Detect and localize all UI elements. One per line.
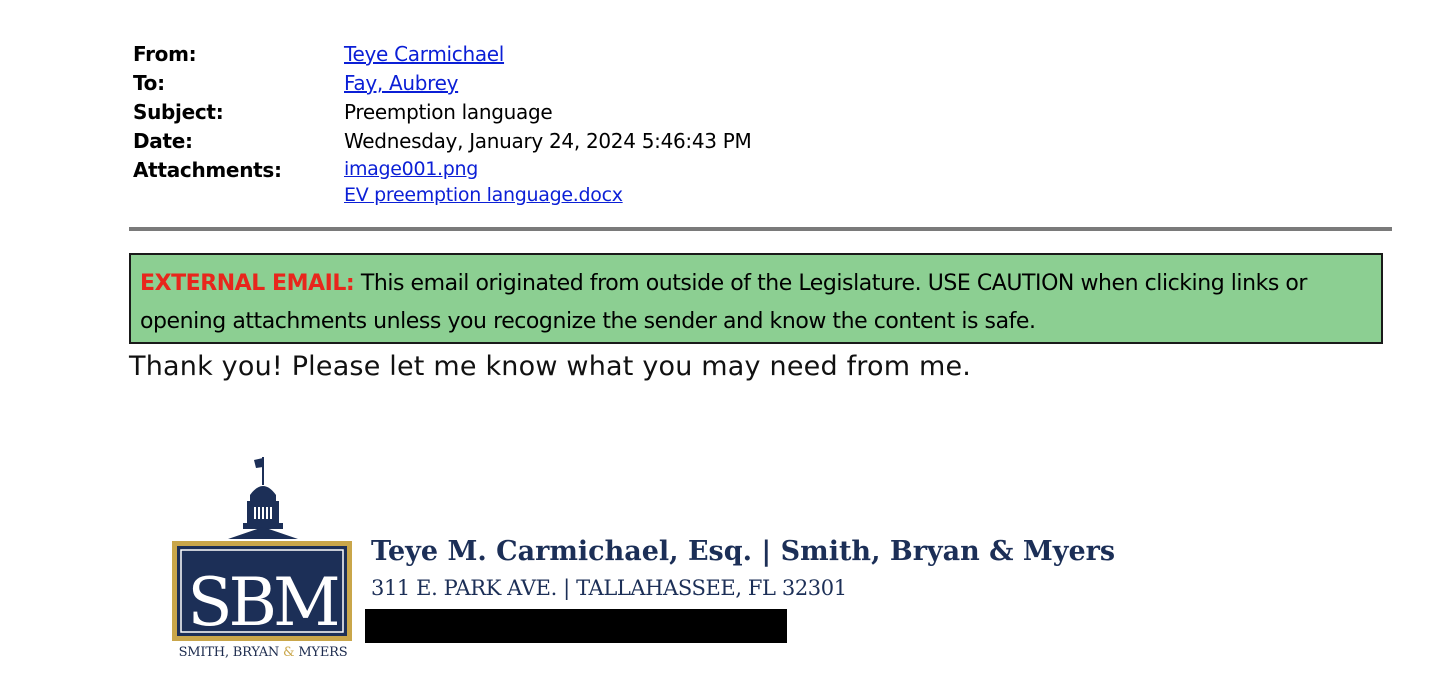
capitol-building-icon: SBM bbox=[172, 457, 352, 641]
subject-label: Subject: bbox=[133, 100, 224, 124]
to-row: To: Fay, Aubrey bbox=[133, 69, 751, 98]
from-label: From: bbox=[133, 42, 197, 66]
signature-name: Teye M. Carmichael, Esq. | Smith, Bryan … bbox=[371, 536, 1116, 567]
attachment-link-image[interactable]: image001.png bbox=[344, 156, 623, 182]
header-divider bbox=[129, 227, 1392, 231]
attachments-label: Attachments: bbox=[133, 158, 282, 182]
signature-address: 311 E. PARK AVE. | TALLAHASSEE, FL 32301 bbox=[371, 576, 847, 600]
subject-row: Subject: Preemption language bbox=[133, 98, 751, 127]
logo-caption: SMITH, BRYAN & MYERS bbox=[178, 645, 348, 660]
to-link[interactable]: Fay, Aubrey bbox=[344, 69, 458, 98]
from-row: From: Teye Carmichael bbox=[133, 40, 751, 69]
firm-logo: SBM SMITH, BRYAN & MYERS bbox=[170, 455, 356, 665]
date-label: Date: bbox=[133, 129, 193, 153]
attachment-link-docx[interactable]: EV preemption language.docx bbox=[344, 182, 623, 208]
email-header: From: Teye Carmichael To: Fay, Aubrey Su… bbox=[133, 40, 752, 208]
attachments-row: Attachments: image001.png EV preemption … bbox=[133, 156, 751, 208]
logo-letters: SBM bbox=[187, 564, 338, 641]
to-label: To: bbox=[133, 71, 165, 95]
from-link[interactable]: Teye Carmichael bbox=[344, 40, 504, 69]
redaction-bar bbox=[365, 609, 787, 643]
date-row: Date: Wednesday, January 24, 2024 5:46:4… bbox=[133, 127, 752, 156]
external-email-banner: EXTERNAL EMAIL: This email originated fr… bbox=[129, 253, 1383, 344]
external-email-tag: EXTERNAL EMAIL: bbox=[140, 271, 355, 296]
email-body-text: Thank you! Please let me know what you m… bbox=[129, 351, 972, 382]
subject-value: Preemption language bbox=[344, 100, 553, 124]
attachments-list: image001.png EV preemption language.docx bbox=[344, 156, 623, 208]
date-value: Wednesday, January 24, 2024 5:46:43 PM bbox=[344, 129, 752, 153]
